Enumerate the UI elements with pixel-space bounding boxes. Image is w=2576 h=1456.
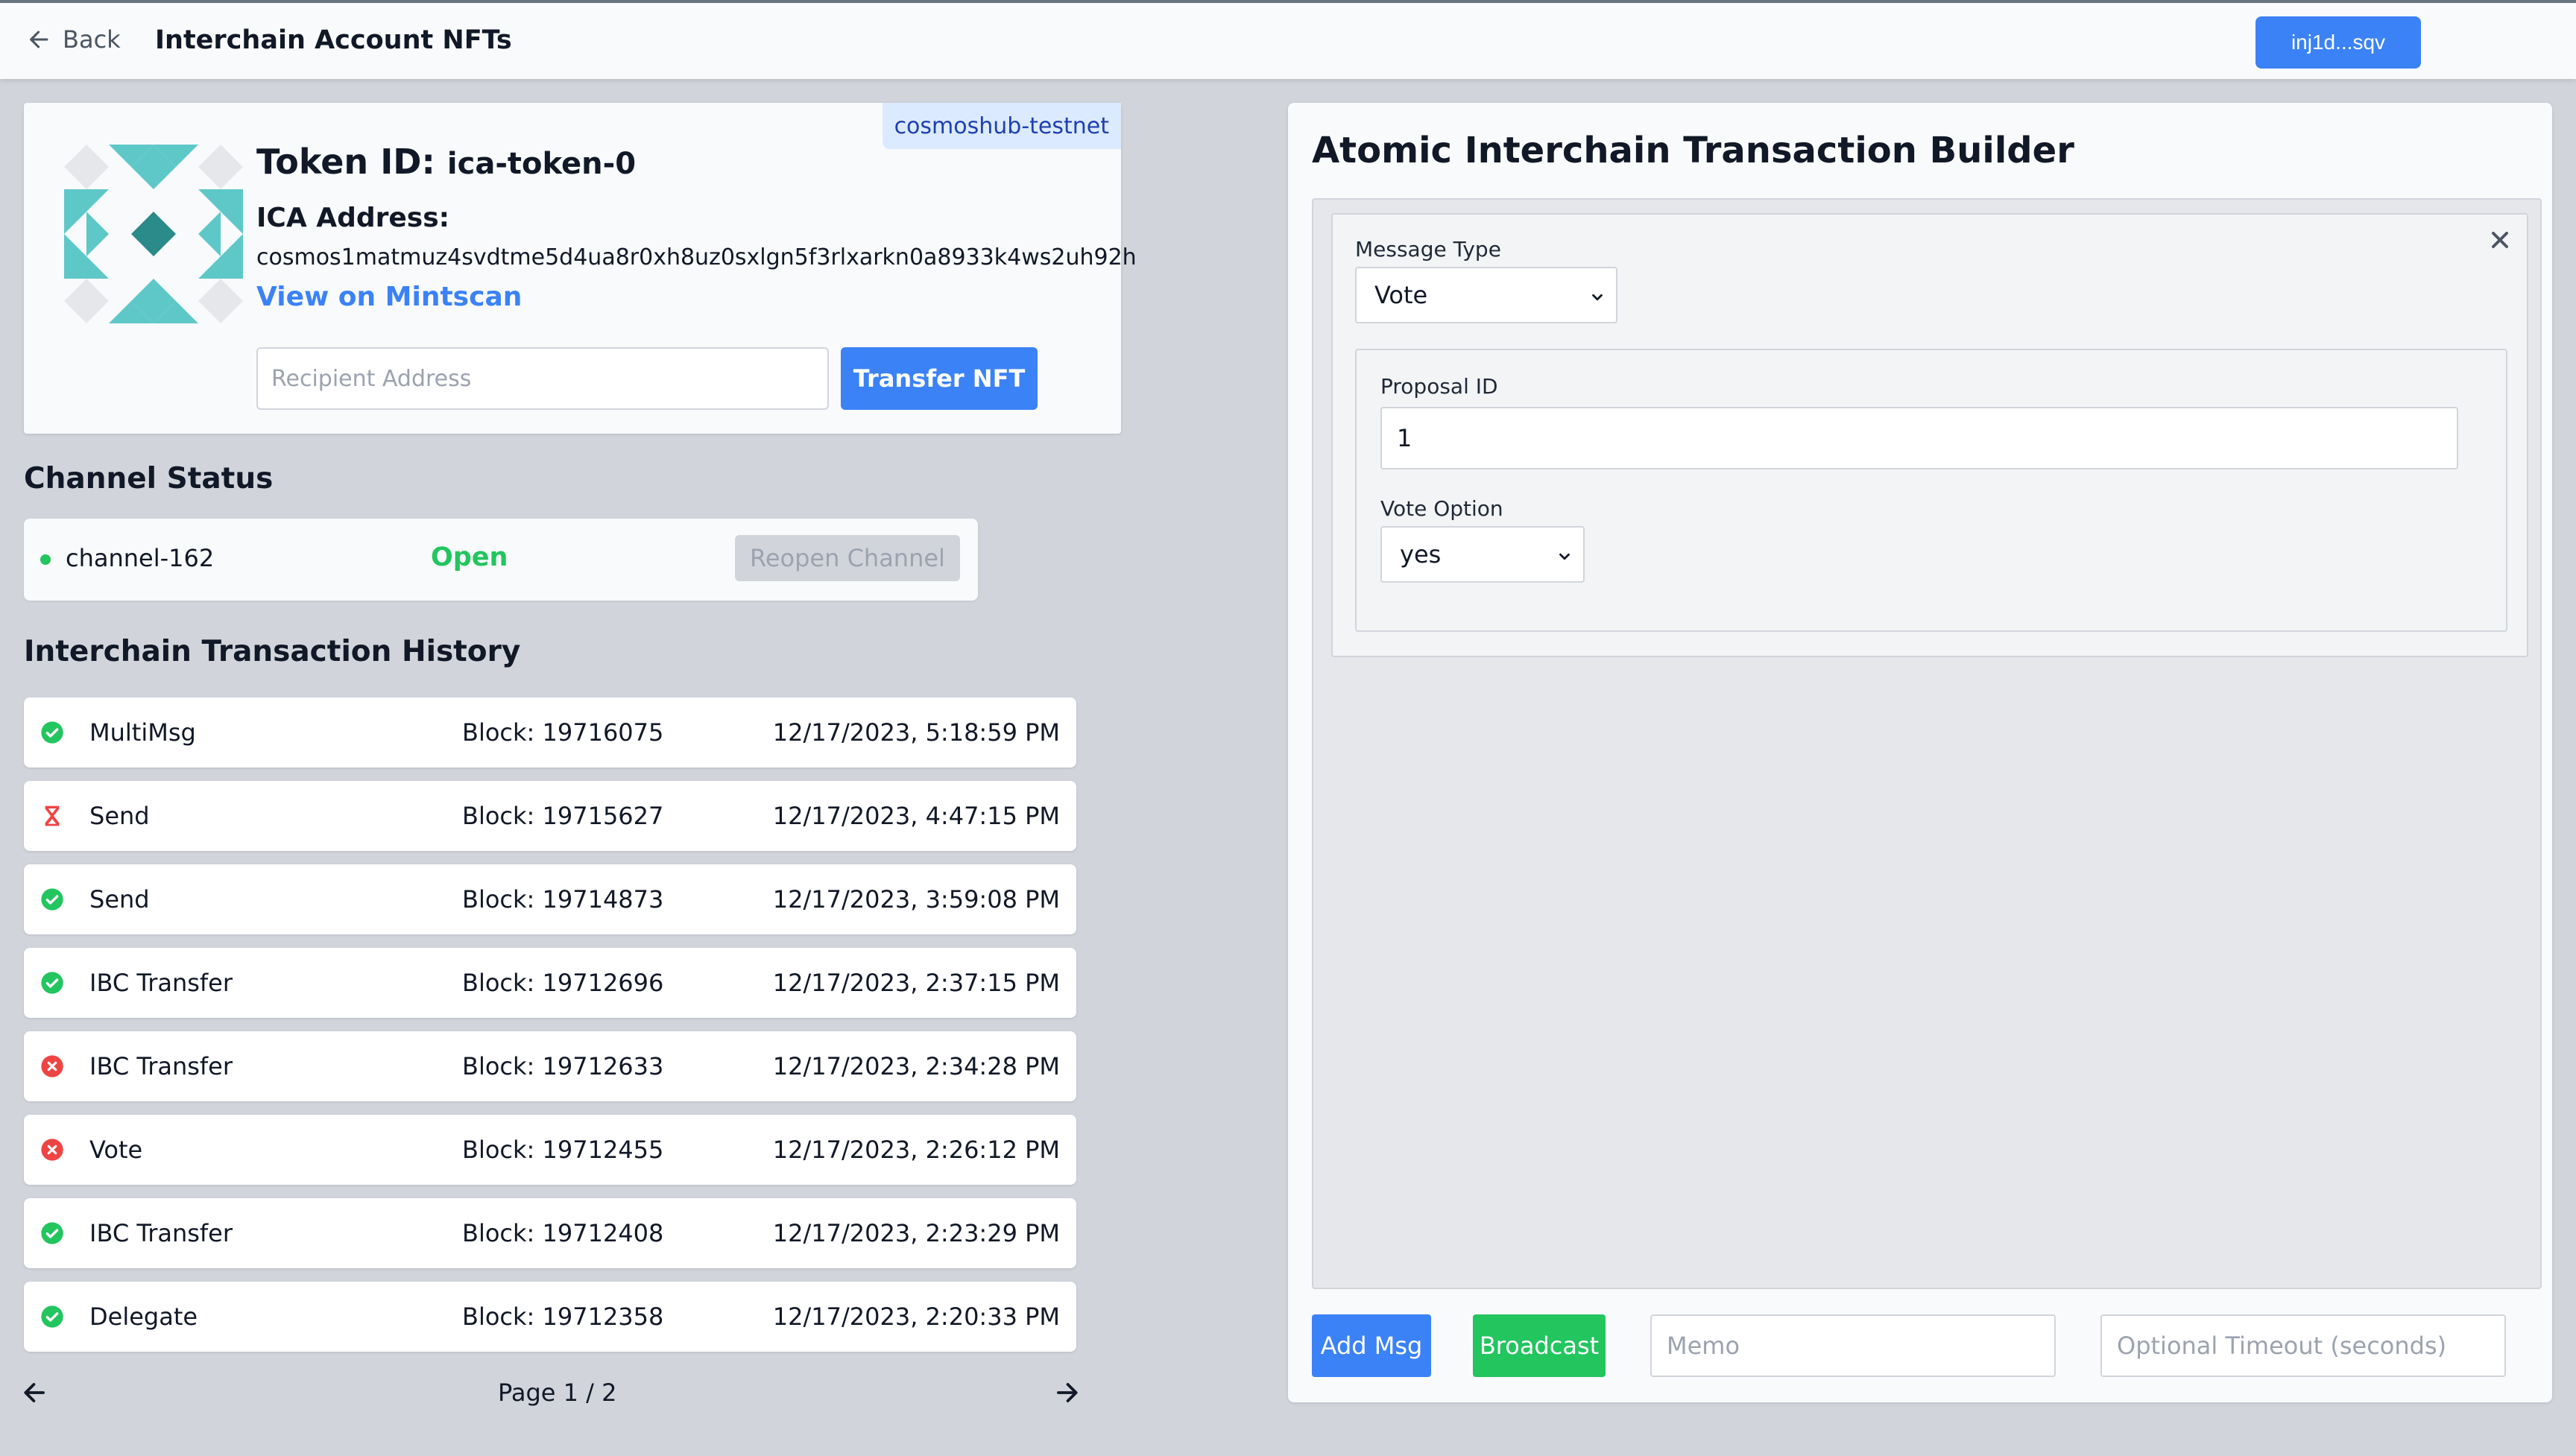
check-circle-icon (40, 971, 64, 995)
timeout-input[interactable] (2100, 1314, 2506, 1377)
message-type-label: Message Type (1355, 237, 1501, 262)
previous-page-arrow-icon[interactable] (21, 1379, 49, 1407)
tx-row[interactable]: IBC Transfer Block: 19712696 12/17/2023, 2… (24, 948, 1076, 1018)
channel-id: channel-162 (66, 544, 215, 572)
channel-status-heading: Channel Status (24, 462, 274, 496)
token-id-label: Token ID: (256, 142, 435, 182)
tx-type: IBC Transfer (89, 969, 233, 997)
mintscan-link[interactable]: View on Mintscan (256, 282, 522, 312)
tx-block: Block: 19715627 (462, 802, 664, 830)
vote-option-label: Vote Option (1380, 496, 1503, 521)
tx-builder-title: Atomic Interchain Transaction Builder (1312, 130, 2074, 171)
tx-block: Block: 19712455 (462, 1136, 664, 1164)
tx-block: Block: 19712408 (462, 1219, 664, 1247)
x-circle-icon (40, 1054, 64, 1078)
tx-type: MultiMsg (89, 718, 196, 747)
tx-block: Block: 19714873 (462, 885, 664, 914)
token-id-value: ica-token-0 (446, 147, 637, 181)
tx-timestamp: 12/17/2023, 5:18:59 PM (772, 718, 1060, 747)
tx-block: Block: 19712633 (462, 1052, 664, 1080)
reopen-channel-button[interactable]: Reopen Channel (735, 535, 960, 581)
vote-option-select[interactable]: yes (1380, 526, 1585, 583)
transfer-nft-button[interactable]: Transfer NFT (841, 347, 1038, 410)
check-circle-icon (40, 1305, 64, 1329)
vote-fields-card: Proposal ID Vote Option yes (1355, 349, 2507, 632)
tx-row[interactable]: MultiMsg Block: 19716075 12/17/2023, 5:18:… (24, 697, 1076, 767)
nft-card: cosmoshub-testnet Token ID: ica-token-0 … (24, 103, 1137, 434)
tx-row[interactable]: IBC Transfer Block: 19712408 12/17/2023, 2… (24, 1198, 1076, 1268)
wallet-button[interactable]: inj1d...sqv (2255, 16, 2421, 69)
check-circle-icon (40, 1221, 64, 1245)
tx-timestamp: 12/17/2023, 2:26:12 PM (772, 1136, 1060, 1164)
nft-identicon-image (64, 145, 243, 323)
add-msg-button[interactable]: Add Msg (1312, 1314, 1431, 1377)
back-button[interactable]: Back (27, 25, 121, 54)
tx-type: Send (89, 885, 150, 914)
page-title: Interchain Account NFTs (155, 25, 512, 55)
token-id-heading: Token ID: ica-token-0 (256, 142, 636, 182)
ica-address-label: ICA Address: (256, 203, 450, 233)
tx-type: Send (89, 802, 150, 830)
tx-timestamp: 12/17/2023, 2:37:15 PM (772, 969, 1060, 997)
x-circle-icon (40, 1138, 64, 1162)
recipient-address-input[interactable] (256, 347, 829, 410)
chain-badge: cosmoshub-testnet (882, 103, 1121, 149)
arrow-left-icon (30, 31, 48, 48)
tx-block: Block: 19716075 (462, 718, 664, 747)
channel-card: channel-162 Open Reopen Channel (24, 519, 978, 601)
page-indicator: Page 1 / 2 (498, 1379, 617, 1407)
next-page-arrow-icon[interactable] (1052, 1379, 1081, 1407)
tx-timestamp: 12/17/2023, 2:20:33 PM (772, 1303, 1060, 1331)
tx-row[interactable]: Delegate Block: 19712358 12/17/2023, 2:20:… (24, 1282, 1076, 1352)
proposal-id-label: Proposal ID (1380, 374, 1498, 399)
tx-row[interactable]: Vote Block: 19712455 12/17/2023, 2:26:12 P… (24, 1115, 1076, 1185)
tx-type: IBC Transfer (89, 1052, 233, 1080)
check-circle-icon (40, 721, 64, 744)
memo-input[interactable] (1650, 1314, 2056, 1377)
tx-builder-panel: Atomic Interchain Transaction Builder Me… (1288, 103, 2552, 1402)
check-circle-icon (40, 887, 64, 911)
channel-status-text: Open (431, 542, 508, 572)
channel-status-dot (40, 554, 51, 565)
tx-type: Delegate (89, 1303, 198, 1331)
tx-builder-messages-area: Message Type Vote Proposal ID Vote Optio… (1312, 198, 2542, 1289)
tx-row[interactable]: Send Block: 19715627 12/17/2023, 4:47:15 P… (24, 781, 1076, 851)
back-label: Back (63, 25, 121, 54)
tx-block: Block: 19712358 (462, 1303, 664, 1331)
tx-timestamp: 12/17/2023, 3:59:08 PM (772, 885, 1060, 914)
tx-row[interactable]: IBC Transfer Block: 19712633 12/17/2023, 2… (24, 1031, 1076, 1101)
top-bar: Back Interchain Account NFTs inj1d...sqv (0, 0, 2576, 79)
message-type-select[interactable]: Vote (1355, 267, 1617, 323)
chevron-down-icon (1559, 553, 1570, 560)
vote-option-value: yes (1400, 540, 1442, 569)
tx-block: Block: 19712696 (462, 969, 664, 997)
tx-type: Vote (89, 1136, 143, 1164)
tx-timestamp: 12/17/2023, 4:47:15 PM (772, 802, 1060, 830)
broadcast-button[interactable]: Broadcast (1473, 1314, 1606, 1377)
tx-timestamp: 12/17/2023, 2:34:28 PM (772, 1052, 1060, 1080)
tx-history-heading: Interchain Transaction History (24, 635, 521, 668)
tx-type: IBC Transfer (89, 1219, 233, 1247)
proposal-id-input[interactable] (1380, 407, 2458, 469)
message-type-value: Vote (1374, 281, 1428, 309)
tx-row[interactable]: Send Block: 19714873 12/17/2023, 3:59:08 P… (24, 864, 1076, 934)
chevron-down-icon (1592, 294, 1603, 301)
message-card: Message Type Vote Proposal ID Vote Optio… (1331, 213, 2528, 657)
hourglass-icon (40, 804, 64, 828)
close-icon[interactable] (2487, 227, 2513, 253)
tx-timestamp: 12/17/2023, 2:23:29 PM (772, 1219, 1060, 1247)
ica-address-value: cosmos1matmuz4svdtme5d4ua8r0xh8uz0sxlgn5… (256, 244, 1137, 270)
